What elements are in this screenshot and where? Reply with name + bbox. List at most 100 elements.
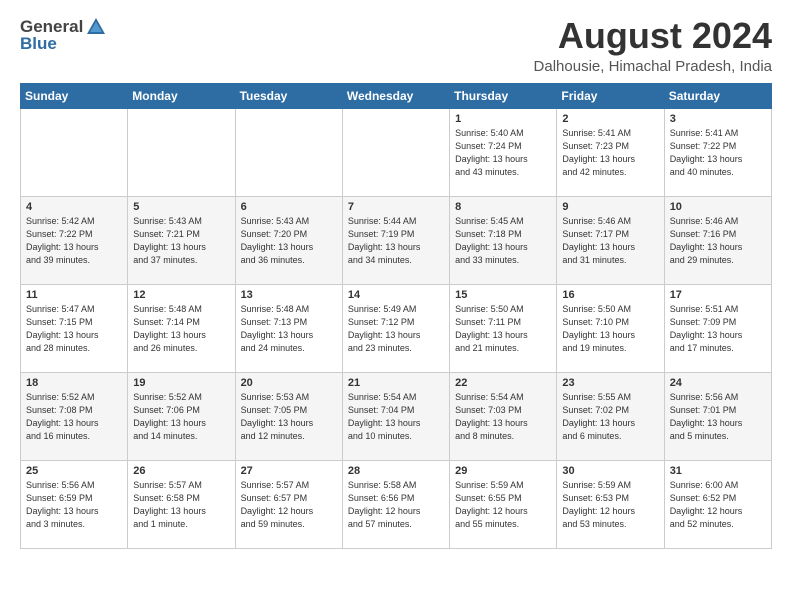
day-number: 11 [26,289,122,301]
cell-sun-info: Sunrise: 6:00 AMSunset: 6:52 PMDaylight:… [670,479,766,531]
cell-sun-info: Sunrise: 5:57 AMSunset: 6:57 PMDaylight:… [241,479,337,531]
calendar-cell: 14 Sunrise: 5:49 AMSunset: 7:12 PMDayligh… [342,284,449,372]
cell-sun-info: Sunrise: 5:41 AMSunset: 7:23 PMDaylight:… [562,127,658,179]
cell-sun-info: Sunrise: 5:43 AMSunset: 7:21 PMDaylight:… [133,215,229,267]
calendar-cell: 30 Sunrise: 5:59 AMSunset: 6:53 PMDayligh… [557,460,664,548]
cell-sun-info: Sunrise: 5:54 AMSunset: 7:04 PMDaylight:… [348,391,444,443]
day-number: 9 [562,201,658,213]
day-number: 17 [670,289,766,301]
calendar-week-4: 18 Sunrise: 5:52 AMSunset: 7:08 PMDayligh… [21,372,772,460]
calendar-cell [342,108,449,196]
day-header-friday: Friday [557,83,664,108]
cell-sun-info: Sunrise: 5:49 AMSunset: 7:12 PMDaylight:… [348,303,444,355]
cell-sun-info: Sunrise: 5:54 AMSunset: 7:03 PMDaylight:… [455,391,551,443]
cell-sun-info: Sunrise: 5:52 AMSunset: 7:06 PMDaylight:… [133,391,229,443]
calendar-week-2: 4Sunrise: 5:42 AMSunset: 7:22 PMDaylight… [21,196,772,284]
day-number: 15 [455,289,551,301]
day-header-saturday: Saturday [664,83,771,108]
calendar-table: SundayMondayTuesdayWednesdayThursdayFrid… [20,83,772,549]
title-block: August 2024 Dalhousie, Himachal Pradesh,… [534,16,772,75]
cell-sun-info: Sunrise: 5:40 AMSunset: 7:24 PMDaylight:… [455,127,551,179]
calendar-cell: 31 Sunrise: 6:00 AMSunset: 6:52 PMDayligh… [664,460,771,548]
calendar-cell: 3Sunrise: 5:41 AMSunset: 7:22 PMDaylight… [664,108,771,196]
calendar-cell: 10 Sunrise: 5:46 AMSunset: 7:16 PMDayligh… [664,196,771,284]
day-number: 28 [348,465,444,477]
calendar-cell: 15 Sunrise: 5:50 AMSunset: 7:11 PMDayligh… [450,284,557,372]
day-number: 14 [348,289,444,301]
calendar-cell: 7Sunrise: 5:44 AMSunset: 7:19 PMDaylight… [342,196,449,284]
calendar-cell: 17 Sunrise: 5:51 AMSunset: 7:09 PMDayligh… [664,284,771,372]
day-number: 5 [133,201,229,213]
day-number: 8 [455,201,551,213]
day-number: 26 [133,465,229,477]
calendar-cell [21,108,128,196]
day-number: 16 [562,289,658,301]
day-number: 23 [562,377,658,389]
cell-sun-info: Sunrise: 5:59 AMSunset: 6:55 PMDaylight:… [455,479,551,531]
calendar-cell [235,108,342,196]
cell-sun-info: Sunrise: 5:46 AMSunset: 7:17 PMDaylight:… [562,215,658,267]
day-number: 10 [670,201,766,213]
calendar-cell: 16 Sunrise: 5:50 AMSunset: 7:10 PMDayligh… [557,284,664,372]
cell-sun-info: Sunrise: 5:58 AMSunset: 6:56 PMDaylight:… [348,479,444,531]
day-number: 13 [241,289,337,301]
calendar-cell: 8 Sunrise: 5:45 AMSunset: 7:18 PMDaylight… [450,196,557,284]
day-number: 29 [455,465,551,477]
calendar-cell: 27 Sunrise: 5:57 AMSunset: 6:57 PMDayligh… [235,460,342,548]
calendar-week-5: 25 Sunrise: 5:56 AMSunset: 6:59 PMDayligh… [21,460,772,548]
month-year-title: August 2024 [534,16,772,56]
day-number: 27 [241,465,337,477]
cell-sun-info: Sunrise: 5:47 AMSunset: 7:15 PMDaylight:… [26,303,122,355]
cell-sun-info: Sunrise: 5:59 AMSunset: 6:53 PMDaylight:… [562,479,658,531]
calendar-cell: 20Sunrise: 5:53 AMSunset: 7:05 PMDayligh… [235,372,342,460]
day-number: 6 [241,201,337,213]
cell-sun-info: Sunrise: 5:42 AMSunset: 7:22 PMDaylight:… [26,215,122,267]
cell-sun-info: Sunrise: 5:50 AMSunset: 7:10 PMDaylight:… [562,303,658,355]
day-header-monday: Monday [128,83,235,108]
cell-sun-info: Sunrise: 5:56 AMSunset: 6:59 PMDaylight:… [26,479,122,531]
cell-sun-info: Sunrise: 5:51 AMSunset: 7:09 PMDaylight:… [670,303,766,355]
calendar-cell: 13 Sunrise: 5:48 AMSunset: 7:13 PMDayligh… [235,284,342,372]
day-header-tuesday: Tuesday [235,83,342,108]
cell-sun-info: Sunrise: 5:52 AMSunset: 7:08 PMDaylight:… [26,391,122,443]
day-number: 18 [26,377,122,389]
logo-blue-text: Blue [20,34,57,54]
calendar-body: 1 Sunrise: 5:40 AMSunset: 7:24 PMDaylight… [21,108,772,548]
day-header-sunday: Sunday [21,83,128,108]
day-number: 20 [241,377,337,389]
calendar-cell: 26 Sunrise: 5:57 AMSunset: 6:58 PMDayligh… [128,460,235,548]
cell-sun-info: Sunrise: 5:45 AMSunset: 7:18 PMDaylight:… [455,215,551,267]
calendar-header: SundayMondayTuesdayWednesdayThursdayFrid… [21,83,772,108]
cell-sun-info: Sunrise: 5:48 AMSunset: 7:14 PMDaylight:… [133,303,229,355]
page-header: General Blue August 2024 Dalhousie, Hima… [20,16,772,75]
calendar-cell: 18 Sunrise: 5:52 AMSunset: 7:08 PMDayligh… [21,372,128,460]
cell-sun-info: Sunrise: 5:46 AMSunset: 7:16 PMDaylight:… [670,215,766,267]
calendar-cell: 12 Sunrise: 5:48 AMSunset: 7:14 PMDayligh… [128,284,235,372]
calendar-cell: 21Sunrise: 5:54 AMSunset: 7:04 PMDayligh… [342,372,449,460]
calendar-week-3: 11 Sunrise: 5:47 AMSunset: 7:15 PMDayligh… [21,284,772,372]
calendar-cell [128,108,235,196]
day-number: 1 [455,113,551,125]
day-number: 30 [562,465,658,477]
day-number: 2 [562,113,658,125]
calendar-cell: 9 Sunrise: 5:46 AMSunset: 7:17 PMDaylight… [557,196,664,284]
day-number: 25 [26,465,122,477]
day-number: 3 [670,113,766,125]
calendar-cell: 6 Sunrise: 5:43 AMSunset: 7:20 PMDaylight… [235,196,342,284]
calendar-cell: 4Sunrise: 5:42 AMSunset: 7:22 PMDaylight… [21,196,128,284]
calendar-cell: 2 Sunrise: 5:41 AMSunset: 7:23 PMDaylight… [557,108,664,196]
cell-sun-info: Sunrise: 5:43 AMSunset: 7:20 PMDaylight:… [241,215,337,267]
logo: General Blue [20,16,107,54]
calendar-cell: 22Sunrise: 5:54 AMSunset: 7:03 PMDayligh… [450,372,557,460]
cell-sun-info: Sunrise: 5:57 AMSunset: 6:58 PMDaylight:… [133,479,229,531]
day-number: 7 [348,201,444,213]
calendar-cell: 19Sunrise: 5:52 AMSunset: 7:06 PMDayligh… [128,372,235,460]
cell-sun-info: Sunrise: 5:56 AMSunset: 7:01 PMDaylight:… [670,391,766,443]
calendar-cell: 29 Sunrise: 5:59 AMSunset: 6:55 PMDayligh… [450,460,557,548]
calendar-cell: 25 Sunrise: 5:56 AMSunset: 6:59 PMDayligh… [21,460,128,548]
calendar-cell: 11 Sunrise: 5:47 AMSunset: 7:15 PMDayligh… [21,284,128,372]
cell-sun-info: Sunrise: 5:48 AMSunset: 7:13 PMDaylight:… [241,303,337,355]
day-number: 12 [133,289,229,301]
day-number: 31 [670,465,766,477]
cell-sun-info: Sunrise: 5:50 AMSunset: 7:11 PMDaylight:… [455,303,551,355]
